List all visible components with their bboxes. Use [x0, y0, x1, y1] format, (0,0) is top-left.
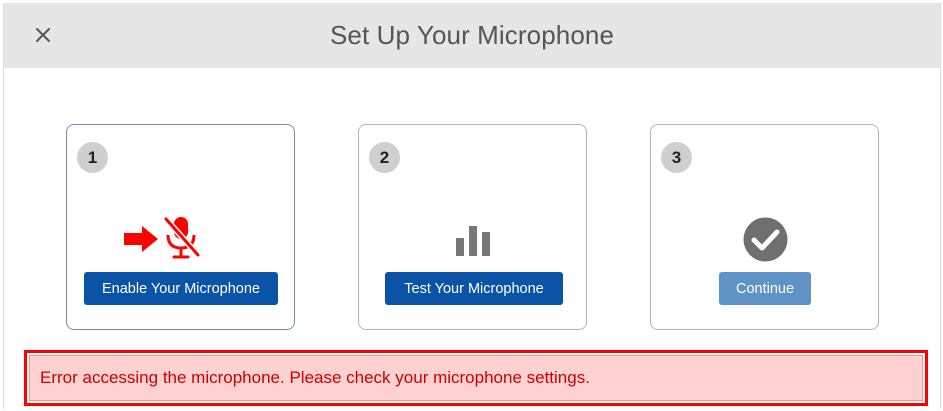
- error-alert: Error accessing the microphone. Please c…: [24, 350, 928, 406]
- arrow-right-icon: [124, 226, 158, 252]
- setup-dialog: Set Up Your Microphone 1 Enable Your Mic…: [3, 3, 941, 409]
- continue-button[interactable]: Continue: [719, 272, 811, 305]
- step-number-badge: 1: [77, 142, 108, 173]
- step-card-enable: 1 Enable Your Microphone: [66, 124, 295, 330]
- bar-chart-icon: [456, 226, 490, 256]
- test-microphone-button[interactable]: Test Your Microphone: [385, 272, 563, 305]
- error-message: Error accessing the microphone. Please c…: [29, 355, 923, 401]
- enable-microphone-button[interactable]: Enable Your Microphone: [84, 272, 278, 305]
- dialog-header: Set Up Your Microphone: [4, 3, 940, 68]
- step-number-badge: 3: [661, 142, 692, 173]
- microphone-disabled-icon: [163, 217, 201, 259]
- step-card-test: 2 Test Your Microphone: [358, 124, 587, 330]
- dialog-title: Set Up Your Microphone: [329, 20, 615, 50]
- checkmark-circle-icon: [743, 217, 788, 262]
- step-card-continue: 3 Continue: [650, 124, 879, 330]
- step-number-badge: 2: [369, 142, 400, 173]
